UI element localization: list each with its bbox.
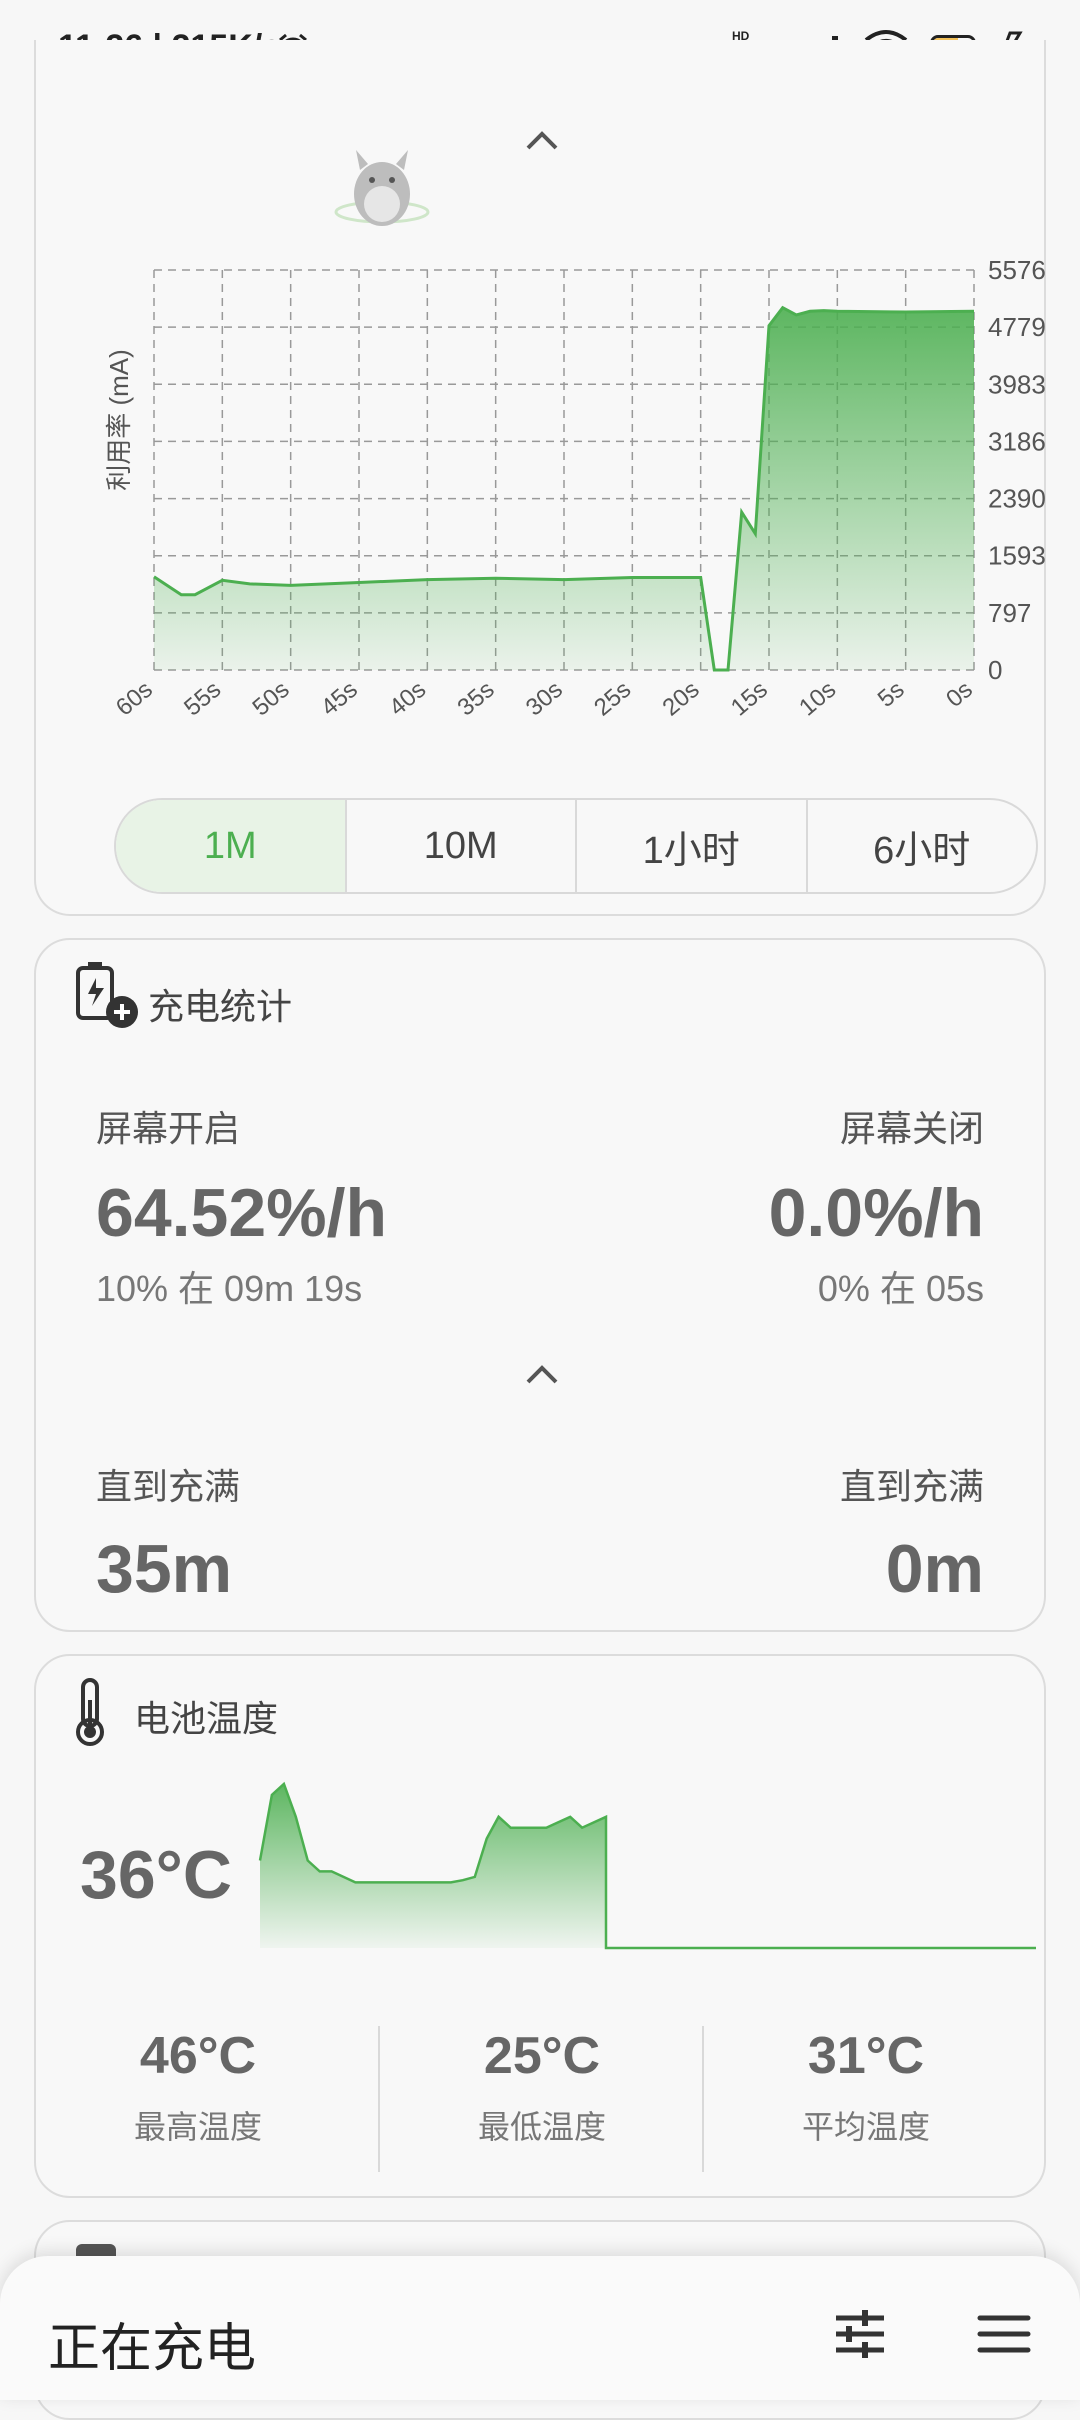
range-tab-1m[interactable]: 1M [116,800,345,892]
x-tick-label: 10s [794,676,841,722]
collapse-chevron-up-icon[interactable] [522,128,562,152]
x-tick-label: 30s [521,676,568,722]
temp-max-value: 46°C [139,2027,257,2085]
temp-min-label: 最低温度 [477,2109,606,2145]
y-tick-label: 1593 [988,541,1046,571]
temp-min-value: 25°C [483,2027,601,2085]
y-tick-label: 797 [988,598,1031,628]
x-tick-label: 60s [111,676,158,722]
temp-chart [258,1781,1036,1950]
screen-off-rate: 0.0%/h [768,1175,984,1251]
usage-chart: 5576 4779 3983 3186 2390 1593 797 0 60s 55s 50s 45s… [104,255,1046,722]
range-tab-10m[interactable]: 10M [344,800,576,892]
x-tick-label: 5s [873,676,910,713]
y-tick-label: 3186 [988,426,1046,456]
y-axis-label: 利用率 (mA) [104,349,134,491]
charge-stats-card: 充电统计 屏幕开启 屏幕关闭 64.52%/h 0.0%/h 10% 在 09m… [34,938,1046,1632]
battery-temp-title: 电池温度 [134,1698,279,1739]
usage-card: 5576 4779 3983 3186 2390 1593 797 0 60s 55s 50s 45s… [34,40,1046,916]
x-tick-label: 0s [941,676,978,713]
screen-on-detail: 10% 在 09m 19s [96,1268,363,1309]
x-tick-label: 20s [658,676,705,722]
temp-min: 25°C 最低温度 [380,2026,704,2148]
temp-max: 46°C 最高温度 [36,2026,360,2148]
menu-icon[interactable] [976,2308,1032,2360]
charging-status-title: 正在充电 [48,2320,257,2378]
x-tick-label: 35s [453,676,500,722]
thermometer-icon [76,1678,104,1746]
settings-sliders-icon[interactable] [832,2308,888,2360]
temp-avg-value: 31°C [807,2027,925,2085]
range-selector: 1M 10M 1小时 6小时 [114,798,1038,894]
battery-temp-card: 电池温度 36°C 46°C 最高温度 25°C 最低温度 31°C 平均温度 [34,1654,1046,2198]
screen-off-until-full: 0m [885,1531,984,1607]
usage-series-area [154,307,974,670]
y-tick-label: 2390 [988,484,1046,514]
charge-stats-title: 充电统计 [148,986,293,1027]
y-tick-label: 4779 [988,312,1046,342]
screen-on-until-full-label: 直到充满 [96,1466,241,1507]
y-tick-label: 0 [988,655,1002,685]
screen-on-until-full: 35m [96,1531,233,1607]
screen-on-rate: 64.52%/h [96,1175,388,1251]
screen-on-label: 屏幕开启 [96,1108,241,1149]
collapse-chevron-up-icon[interactable] [522,1362,562,1386]
x-tick-label: 40s [384,676,431,722]
temp-max-label: 最高温度 [133,2109,262,2145]
bottom-bar: 正在充电 [0,2256,1080,2400]
y-tick-label: 3983 [988,369,1046,399]
x-tick-label: 25s [589,676,636,722]
battery-plus-icon [76,962,138,1028]
range-tab-6h[interactable]: 6小时 [805,800,1037,892]
x-tick-label: 15s [726,676,773,722]
range-tab-1h[interactable]: 1小时 [575,800,806,892]
screen-off-detail: 0% 在 05s [817,1268,984,1309]
x-tick-label: 50s [248,676,295,722]
totoro-mascot-icon [334,150,430,226]
screen-off-label: 屏幕关闭 [839,1108,984,1149]
temp-avg-label: 平均温度 [801,2109,930,2145]
temp-avg: 31°C 平均温度 [704,2026,1028,2148]
current-temp: 36°C [80,1837,232,1913]
x-tick-label: 45s [316,676,363,722]
y-tick-label: 5576 [988,255,1046,285]
screen-off-until-full-label: 直到充满 [839,1466,984,1507]
x-tick-label: 55s [179,676,226,722]
